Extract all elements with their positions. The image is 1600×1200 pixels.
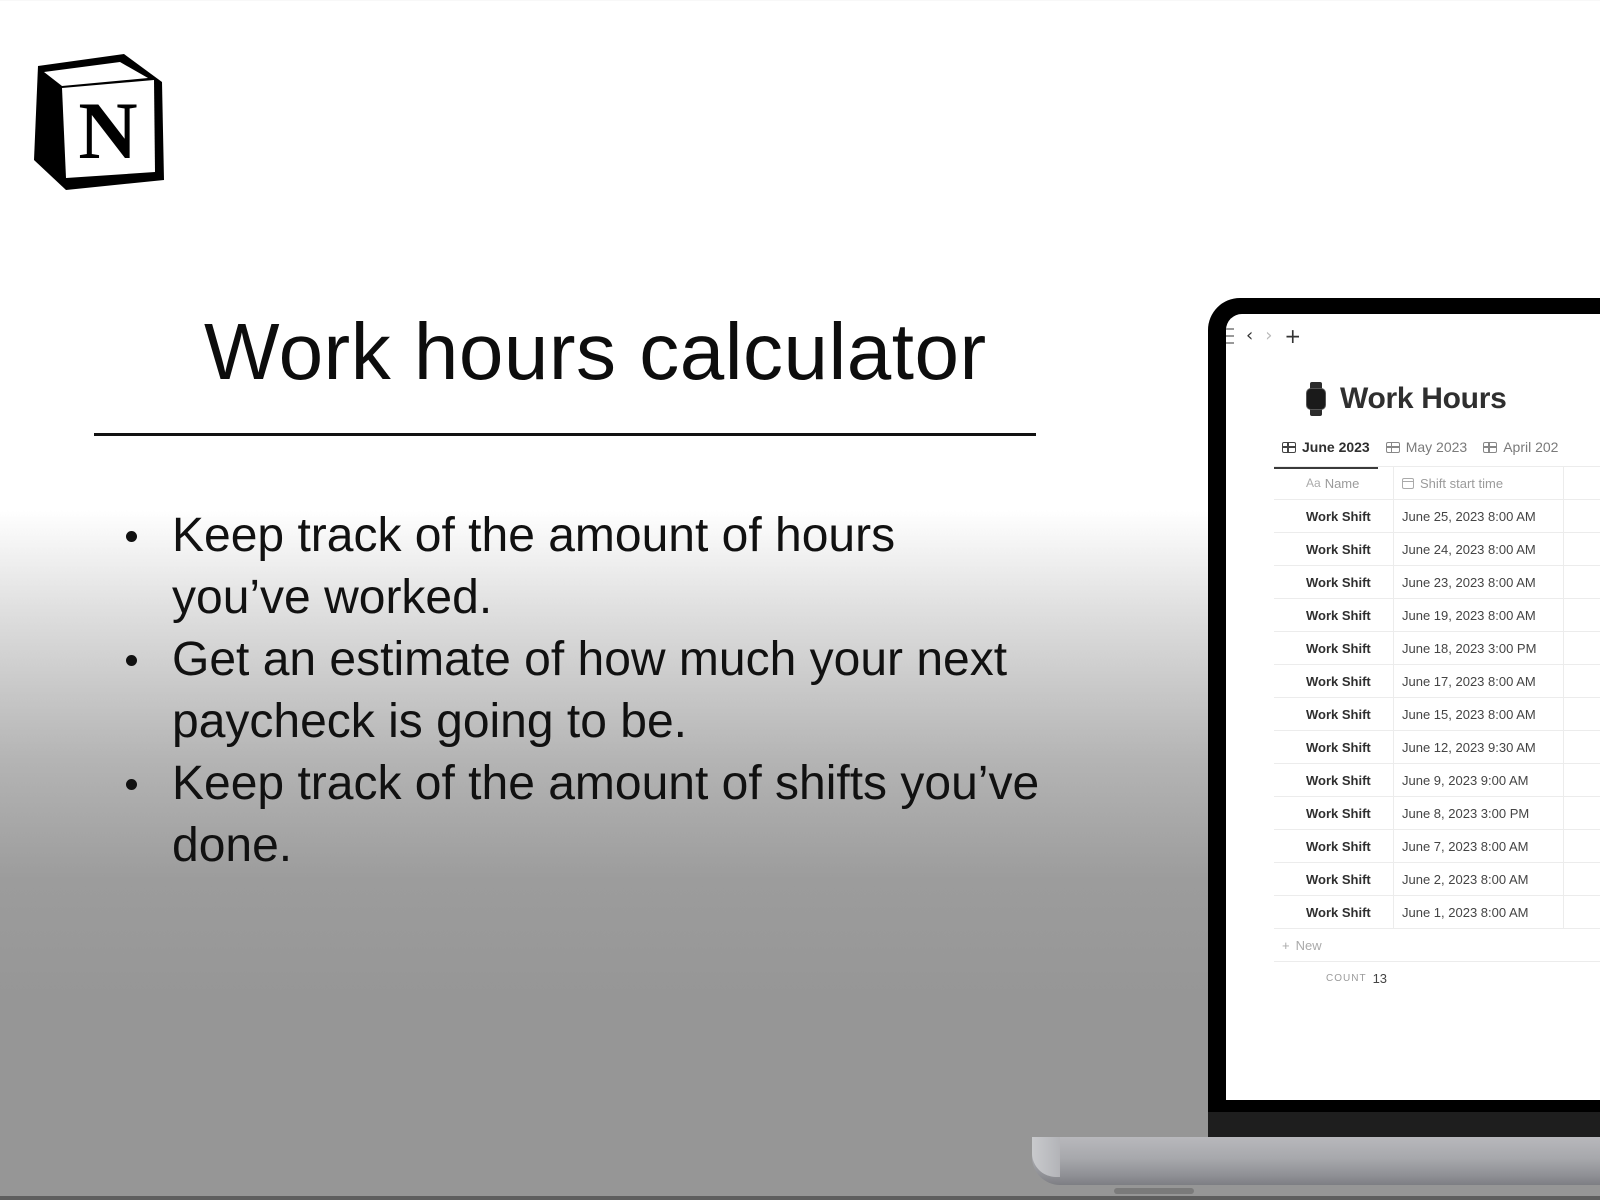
cell-name[interactable]: Work Shift [1274, 863, 1394, 895]
headline-divider [94, 433, 1036, 436]
table-row[interactable]: Work Shift June 8, 2023 3:00 PM [1274, 797, 1600, 830]
cell-shift-start[interactable]: June 7, 2023 8:00 AM [1394, 830, 1564, 862]
table-row[interactable]: Work Shift June 23, 2023 8:00 AM [1274, 566, 1600, 599]
table-row[interactable]: Work Shift June 24, 2023 8:00 AM [1274, 533, 1600, 566]
notion-logo-icon: N [34, 54, 164, 190]
cell-name[interactable]: Work Shift [1274, 665, 1394, 697]
table-row[interactable]: Work Shift June 25, 2023 8:00 AM [1274, 500, 1600, 533]
cell-name[interactable]: Work Shift [1274, 830, 1394, 862]
table-icon [1483, 441, 1498, 453]
cell-name[interactable]: Work Shift [1274, 731, 1394, 763]
headline: Work hours calculator [204, 307, 987, 396]
tab-june-2023[interactable]: June 2023 [1274, 436, 1378, 469]
feature-list: Keep track of the amount of hours you’ve… [120, 505, 1040, 877]
calendar-icon [1402, 477, 1414, 489]
page-header: Work Hours [1306, 382, 1507, 416]
cell-name[interactable]: Work Shift [1274, 764, 1394, 796]
table-row[interactable]: Work Shift June 18, 2023 3:00 PM [1274, 632, 1600, 665]
feature-item: Get an estimate of how much your next pa… [120, 629, 1040, 753]
table-row[interactable]: Work Shift June 1, 2023 8:00 AM [1274, 896, 1600, 929]
cell-shift-start[interactable]: June 9, 2023 9:00 AM [1394, 764, 1564, 796]
tab-may-2023[interactable]: May 2023 [1378, 436, 1475, 466]
app-topbar: ‹ › + [1226, 326, 1301, 346]
count-value: 13 [1372, 970, 1388, 986]
forward-button[interactable]: › [1265, 327, 1272, 345]
cell-name[interactable]: Work Shift [1274, 698, 1394, 730]
table-header: Aa Name Shift start time [1274, 466, 1600, 500]
cell-shift-start[interactable]: June 19, 2023 8:00 AM [1394, 599, 1564, 631]
tab-label: June 2023 [1302, 439, 1370, 455]
cell-shift-start[interactable]: June 18, 2023 3:00 PM [1394, 632, 1564, 664]
cell-name[interactable]: Work Shift [1274, 797, 1394, 829]
count-label: COUNT [1326, 972, 1367, 984]
table-count[interactable]: COUNT 13 [1274, 962, 1600, 994]
table-icon [1385, 441, 1400, 453]
add-row-label: New [1295, 937, 1322, 953]
floor-line [0, 1196, 1600, 1200]
text-property-icon: Aa [1306, 476, 1321, 490]
cell-shift-start[interactable]: June 23, 2023 8:00 AM [1394, 566, 1564, 598]
laptop-foot [1114, 1188, 1194, 1194]
plus-icon: + [1282, 937, 1290, 953]
cell-name[interactable]: Work Shift [1274, 599, 1394, 631]
table-row[interactable]: Work Shift June 15, 2023 8:00 AM [1274, 698, 1600, 731]
cell-shift-start[interactable]: June 15, 2023 8:00 AM [1394, 698, 1564, 730]
add-row-button[interactable]: + New [1274, 929, 1600, 962]
feature-item: Keep track of the amount of hours you’ve… [120, 505, 1040, 629]
cell-name[interactable]: Work Shift [1274, 566, 1394, 598]
cell-name[interactable]: Work Shift [1274, 896, 1394, 928]
table-row[interactable]: Work Shift June 19, 2023 8:00 AM [1274, 599, 1600, 632]
cell-shift-start[interactable]: June 1, 2023 8:00 AM [1394, 896, 1564, 928]
cell-shift-start[interactable]: June 8, 2023 3:00 PM [1394, 797, 1564, 829]
column-header-name[interactable]: Aa Name [1274, 467, 1394, 499]
sidebar-menu-icon[interactable] [1226, 328, 1234, 344]
new-page-button[interactable]: + [1284, 326, 1301, 346]
laptop-base [1032, 1137, 1600, 1185]
column-header-shift-start[interactable]: Shift start time [1394, 467, 1564, 499]
column-label: Shift start time [1420, 475, 1504, 491]
column-label: Name [1324, 475, 1360, 491]
tab-label: May 2023 [1405, 439, 1468, 455]
table-row[interactable]: Work Shift June 9, 2023 9:00 AM [1274, 764, 1600, 797]
shifts-table: Aa Name Shift start time Work Shift June … [1274, 466, 1600, 994]
back-button[interactable]: ‹ [1246, 327, 1253, 345]
table-icon [1282, 441, 1296, 453]
table-row[interactable]: Work Shift June 12, 2023 9:30 AM [1274, 731, 1600, 764]
watch-icon[interactable] [1306, 382, 1326, 416]
svg-text:N: N [78, 85, 137, 176]
view-tabs: June 2023 May 2023 April 202 [1274, 436, 1566, 469]
cell-name[interactable]: Work Shift [1274, 533, 1394, 565]
cell-shift-start[interactable]: June 2, 2023 8:00 AM [1394, 863, 1564, 895]
tab-label: April 202 [1503, 439, 1559, 455]
table-row[interactable]: Work Shift June 17, 2023 8:00 AM [1274, 665, 1600, 698]
tab-april-2023[interactable]: April 202 [1475, 436, 1566, 466]
feature-item: Keep track of the amount of shifts you’v… [120, 753, 1040, 877]
laptop-chin [1208, 1112, 1600, 1138]
cell-shift-start[interactable]: June 12, 2023 9:30 AM [1394, 731, 1564, 763]
cell-shift-start[interactable]: June 24, 2023 8:00 AM [1394, 533, 1564, 565]
page-title[interactable]: Work Hours [1340, 382, 1507, 416]
cell-shift-start[interactable]: June 17, 2023 8:00 AM [1394, 665, 1564, 697]
laptop-screen: ‹ › + Work Hours June 2023 May 2023 Apri… [1226, 314, 1600, 1100]
table-row[interactable]: Work Shift June 2, 2023 8:00 AM [1274, 863, 1600, 896]
cell-name[interactable]: Work Shift [1274, 632, 1394, 664]
table-row[interactable]: Work Shift June 7, 2023 8:00 AM [1274, 830, 1600, 863]
cell-name[interactable]: Work Shift [1274, 500, 1394, 532]
cell-shift-start[interactable]: June 25, 2023 8:00 AM [1394, 500, 1564, 532]
